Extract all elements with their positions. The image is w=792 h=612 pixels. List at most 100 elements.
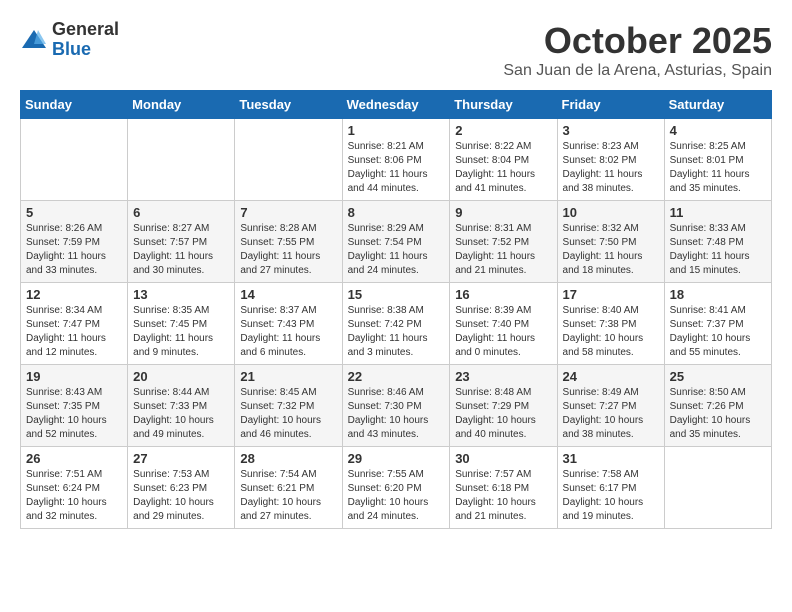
calendar-header-monday: Monday: [128, 91, 235, 119]
day-number: 4: [670, 123, 766, 138]
calendar-cell: 30 Sunrise: 7:57 AM Sunset: 6:18 PM Dayli…: [450, 447, 557, 529]
day-number: 22: [348, 369, 445, 384]
calendar-cell: 19Sunrise: 8:43 AM Sunset: 7:35 PM Dayli…: [21, 365, 128, 447]
day-number: 8: [348, 205, 445, 220]
day-info: Sunrise: 8:25 AM Sunset: 8:01 PM Dayligh…: [670, 140, 766, 196]
day-info: Sunrise: 7:58 AM Sunset: 6:17 PM Dayligh…: [563, 468, 659, 524]
day-info: Sunrise: 8:27 AM Sunset: 7:57 PM Dayligh…: [133, 222, 229, 278]
day-number: 20: [133, 369, 229, 384]
day-number: 10: [563, 205, 659, 220]
calendar-cell: 10Sunrise: 8:32 AM Sunset: 7:50 PM Dayli…: [557, 201, 664, 283]
calendar-cell: 17Sunrise: 8:40 AM Sunset: 7:38 PM Dayli…: [557, 283, 664, 365]
day-number: 14: [240, 287, 336, 302]
calendar-cell: [128, 119, 235, 201]
day-number: 13: [133, 287, 229, 302]
logo-blue-text: Blue: [52, 40, 119, 60]
calendar-header-row: SundayMondayTuesdayWednesdayThursdayFrid…: [21, 91, 772, 119]
calendar-week-row: 5 Sunrise: 8:26 AM Sunset: 7:59 PM Daylig…: [21, 201, 772, 283]
calendar-cell: 31 Sunrise: 7:58 AM Sunset: 6:17 PM Dayli…: [557, 447, 664, 529]
calendar-cell: 5 Sunrise: 8:26 AM Sunset: 7:59 PM Daylig…: [21, 201, 128, 283]
day-number: 7: [240, 205, 336, 220]
calendar-cell: 9 Sunrise: 8:31 AM Sunset: 7:52 PM Daylig…: [450, 201, 557, 283]
day-info: Sunrise: 7:53 AM Sunset: 6:23 PM Dayligh…: [133, 468, 229, 524]
calendar-cell: 6Sunrise: 8:27 AM Sunset: 7:57 PM Daylig…: [128, 201, 235, 283]
calendar-header-wednesday: Wednesday: [342, 91, 450, 119]
day-info: Sunrise: 7:54 AM Sunset: 6:21 PM Dayligh…: [240, 468, 336, 524]
day-number: 28: [240, 451, 336, 466]
calendar-cell: 11Sunrise: 8:33 AM Sunset: 7:48 PM Dayli…: [664, 201, 771, 283]
calendar-week-row: 26 Sunrise: 7:51 AM Sunset: 6:24 PM Dayli…: [21, 447, 772, 529]
day-info: Sunrise: 8:44 AM Sunset: 7:33 PM Dayligh…: [133, 386, 229, 442]
calendar-cell: 26 Sunrise: 7:51 AM Sunset: 6:24 PM Dayli…: [21, 447, 128, 529]
calendar-cell: 4 Sunrise: 8:25 AM Sunset: 8:01 PM Daylig…: [664, 119, 771, 201]
day-info: Sunrise: 8:41 AM Sunset: 7:37 PM Dayligh…: [670, 304, 766, 360]
calendar-cell: 7 Sunrise: 8:28 AM Sunset: 7:55 PM Daylig…: [235, 201, 342, 283]
logo-general-text: General: [52, 20, 119, 40]
day-info: Sunrise: 8:26 AM Sunset: 7:59 PM Dayligh…: [26, 222, 122, 278]
calendar-cell: 3 Sunrise: 8:23 AM Sunset: 8:02 PM Daylig…: [557, 119, 664, 201]
day-info: Sunrise: 8:38 AM Sunset: 7:42 PM Dayligh…: [348, 304, 445, 360]
calendar-cell: [664, 447, 771, 529]
day-info: Sunrise: 7:55 AM Sunset: 6:20 PM Dayligh…: [348, 468, 445, 524]
calendar-cell: 16Sunrise: 8:39 AM Sunset: 7:40 PM Dayli…: [450, 283, 557, 365]
calendar-cell: 14 Sunrise: 8:37 AM Sunset: 7:43 PM Dayli…: [235, 283, 342, 365]
calendar-cell: 12Sunrise: 8:34 AM Sunset: 7:47 PM Dayli…: [21, 283, 128, 365]
day-info: Sunrise: 8:37 AM Sunset: 7:43 PM Dayligh…: [240, 304, 336, 360]
day-info: Sunrise: 8:50 AM Sunset: 7:26 PM Dayligh…: [670, 386, 766, 442]
day-number: 23: [455, 369, 551, 384]
calendar-cell: 21 Sunrise: 8:45 AM Sunset: 7:32 PM Dayli…: [235, 365, 342, 447]
calendar-cell: 20 Sunrise: 8:44 AM Sunset: 7:33 PM Dayli…: [128, 365, 235, 447]
title-block: October 2025 San Juan de la Arena, Astur…: [503, 20, 772, 80]
calendar-cell: 2Sunrise: 8:22 AM Sunset: 8:04 PM Daylig…: [450, 119, 557, 201]
calendar-week-row: 1Sunrise: 8:21 AM Sunset: 8:06 PM Daylig…: [21, 119, 772, 201]
calendar-cell: 23 Sunrise: 8:48 AM Sunset: 7:29 PM Dayli…: [450, 365, 557, 447]
day-number: 24: [563, 369, 659, 384]
day-number: 3: [563, 123, 659, 138]
day-info: Sunrise: 8:48 AM Sunset: 7:29 PM Dayligh…: [455, 386, 551, 442]
location-text: San Juan de la Arena, Asturias, Spain: [503, 62, 772, 80]
day-number: 9: [455, 205, 551, 220]
logo-icon: [20, 26, 48, 54]
calendar-cell: 28 Sunrise: 7:54 AM Sunset: 6:21 PM Dayli…: [235, 447, 342, 529]
day-info: Sunrise: 8:45 AM Sunset: 7:32 PM Dayligh…: [240, 386, 336, 442]
day-number: 31: [563, 451, 659, 466]
day-number: 15: [348, 287, 445, 302]
day-number: 1: [348, 123, 445, 138]
calendar-header-tuesday: Tuesday: [235, 91, 342, 119]
calendar-header-friday: Friday: [557, 91, 664, 119]
calendar-cell: 13 Sunrise: 8:35 AM Sunset: 7:45 PM Dayli…: [128, 283, 235, 365]
day-info: Sunrise: 8:22 AM Sunset: 8:04 PM Dayligh…: [455, 140, 551, 196]
calendar-cell: 8 Sunrise: 8:29 AM Sunset: 7:54 PM Daylig…: [342, 201, 450, 283]
day-number: 21: [240, 369, 336, 384]
day-info: Sunrise: 8:43 AM Sunset: 7:35 PM Dayligh…: [26, 386, 122, 442]
day-info: Sunrise: 7:57 AM Sunset: 6:18 PM Dayligh…: [455, 468, 551, 524]
calendar-cell: [235, 119, 342, 201]
calendar-week-row: 19Sunrise: 8:43 AM Sunset: 7:35 PM Dayli…: [21, 365, 772, 447]
calendar-header-thursday: Thursday: [450, 91, 557, 119]
day-number: 30: [455, 451, 551, 466]
page-header: General Blue October 2025 San Juan de la…: [20, 20, 772, 80]
day-info: Sunrise: 8:31 AM Sunset: 7:52 PM Dayligh…: [455, 222, 551, 278]
day-number: 16: [455, 287, 551, 302]
day-info: Sunrise: 8:34 AM Sunset: 7:47 PM Dayligh…: [26, 304, 122, 360]
calendar-cell: 27 Sunrise: 7:53 AM Sunset: 6:23 PM Dayli…: [128, 447, 235, 529]
day-number: 5: [26, 205, 122, 220]
day-info: Sunrise: 7:51 AM Sunset: 6:24 PM Dayligh…: [26, 468, 122, 524]
calendar-cell: [21, 119, 128, 201]
day-number: 18: [670, 287, 766, 302]
month-title: October 2025: [503, 20, 772, 62]
day-info: Sunrise: 8:29 AM Sunset: 7:54 PM Dayligh…: [348, 222, 445, 278]
calendar-cell: 22 Sunrise: 8:46 AM Sunset: 7:30 PM Dayli…: [342, 365, 450, 447]
day-info: Sunrise: 8:49 AM Sunset: 7:27 PM Dayligh…: [563, 386, 659, 442]
day-info: Sunrise: 8:35 AM Sunset: 7:45 PM Dayligh…: [133, 304, 229, 360]
day-number: 27: [133, 451, 229, 466]
calendar-header-sunday: Sunday: [21, 91, 128, 119]
calendar-header-saturday: Saturday: [664, 91, 771, 119]
day-info: Sunrise: 8:28 AM Sunset: 7:55 PM Dayligh…: [240, 222, 336, 278]
day-number: 26: [26, 451, 122, 466]
calendar-cell: 1Sunrise: 8:21 AM Sunset: 8:06 PM Daylig…: [342, 119, 450, 201]
day-info: Sunrise: 8:23 AM Sunset: 8:02 PM Dayligh…: [563, 140, 659, 196]
calendar-cell: 24 Sunrise: 8:49 AM Sunset: 7:27 PM Dayli…: [557, 365, 664, 447]
day-number: 25: [670, 369, 766, 384]
day-info: Sunrise: 8:46 AM Sunset: 7:30 PM Dayligh…: [348, 386, 445, 442]
